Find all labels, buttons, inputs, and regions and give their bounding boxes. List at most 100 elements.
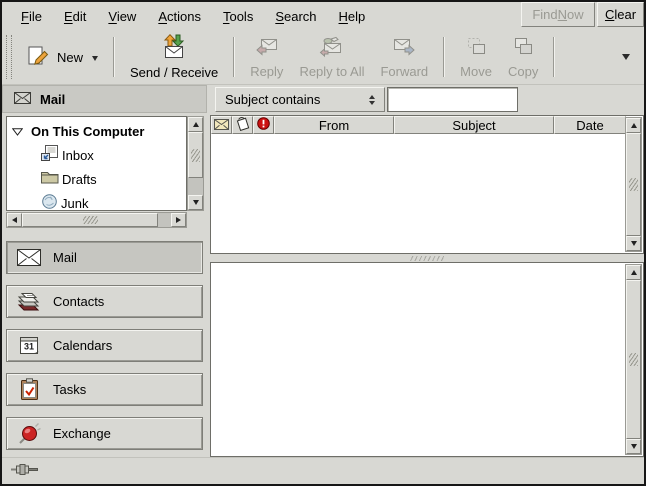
- scroll-up-button[interactable]: [626, 118, 641, 133]
- priority-column-header[interactable]: [253, 116, 274, 134]
- folder-drafts-label: Drafts: [62, 171, 97, 187]
- drafts-folder-icon: [41, 170, 59, 187]
- arrow-up-icon: [631, 123, 637, 128]
- message-status-column-header[interactable]: [211, 116, 232, 134]
- mail-header-icon: [14, 92, 31, 107]
- evolution-window: File Edit View Actions Tools Search Help…: [0, 0, 646, 486]
- inbox-icon: [41, 145, 59, 164]
- new-button[interactable]: New: [18, 32, 106, 82]
- send-receive-button[interactable]: Send / Receive: [122, 32, 226, 82]
- toolbar-separator: [233, 37, 235, 77]
- reply-to-all-button[interactable]: Reply to All: [291, 32, 372, 82]
- priority-icon: [257, 117, 270, 133]
- switcher-mail-label: Mail: [53, 250, 77, 265]
- switcher-contacts-button[interactable]: Contacts: [6, 285, 203, 318]
- splitter-grip-icon: [409, 256, 445, 261]
- column-header-from[interactable]: From: [274, 116, 394, 134]
- scroll-up-button[interactable]: [188, 117, 203, 132]
- message-list-body[interactable]: [212, 135, 626, 252]
- new-button-label: New: [57, 50, 83, 65]
- reply-to-all-icon: [319, 36, 345, 61]
- menu-search[interactable]: Search: [264, 4, 327, 29]
- preview-pane[interactable]: [210, 262, 644, 457]
- main-toolbar: New Send / Receive: [2, 30, 644, 85]
- tree-root-on-this-computer[interactable]: On This Computer: [7, 117, 186, 141]
- move-label: Move: [460, 64, 492, 79]
- connector-icon[interactable]: [11, 463, 39, 479]
- scroll-left-button[interactable]: [7, 213, 22, 227]
- switcher-exchange-label: Exchange: [53, 426, 111, 441]
- folder-tree-horizontal-scrollbar[interactable]: [6, 212, 187, 228]
- scrollbar-trough[interactable]: [188, 178, 203, 195]
- column-header-subject[interactable]: Subject: [394, 116, 554, 134]
- scroll-down-button[interactable]: [626, 439, 641, 454]
- scrollbar-thumb[interactable]: [626, 133, 641, 236]
- scroll-right-button[interactable]: [171, 213, 186, 227]
- arrow-up-icon: [631, 270, 637, 275]
- search-input[interactable]: [387, 87, 518, 112]
- message-list-header: From Subject Date: [211, 116, 626, 135]
- scrollbar-thumb[interactable]: [22, 213, 158, 227]
- switcher-tasks-label: Tasks: [53, 382, 86, 397]
- reply-button[interactable]: Reply: [242, 32, 291, 82]
- pane-splitter[interactable]: [210, 254, 644, 262]
- folder-tree: On This Computer Inbox Drafts: [6, 116, 187, 211]
- toolbar-separator: [443, 37, 445, 77]
- combo-arrows-icon: [369, 95, 377, 105]
- menu-view[interactable]: View: [97, 4, 147, 29]
- toolbar-drag-handle[interactable]: [6, 35, 12, 79]
- menu-help[interactable]: Help: [328, 4, 377, 29]
- new-dropdown-chevron-icon[interactable]: [92, 56, 98, 64]
- copy-label: Copy: [508, 64, 538, 79]
- switcher-calendars-label: Calendars: [53, 338, 112, 353]
- folder-junk-label: Junk: [61, 195, 88, 211]
- scrollbar-thumb[interactable]: [626, 280, 641, 439]
- column-header-date[interactable]: Date: [554, 116, 626, 134]
- clear-button[interactable]: Clear: [597, 2, 644, 27]
- sidebar-header-label: Mail: [40, 92, 65, 107]
- move-button[interactable]: Move: [452, 32, 500, 82]
- folder-tree-vertical-scrollbar[interactable]: [187, 116, 204, 211]
- menu-edit[interactable]: Edit: [53, 4, 97, 29]
- arrow-right-icon: [176, 217, 181, 223]
- folder-drafts[interactable]: Drafts: [7, 166, 186, 189]
- copy-button[interactable]: Copy: [500, 32, 546, 82]
- tasks-icon: [16, 378, 42, 401]
- arrow-up-icon: [193, 122, 199, 127]
- send-receive-label: Send / Receive: [130, 65, 218, 80]
- forward-icon: [392, 36, 416, 61]
- switcher-exchange-button[interactable]: Exchange: [6, 417, 203, 450]
- attachment-column-header[interactable]: [232, 116, 253, 134]
- send-receive-icon: [161, 34, 187, 62]
- copy-icon: [511, 36, 535, 61]
- switcher-mail-button[interactable]: Mail: [6, 241, 203, 274]
- toolbar-overflow-chevron-icon[interactable]: [622, 54, 630, 64]
- message-status-icon: [214, 118, 229, 133]
- switcher-calendars-button[interactable]: 31 Calendars: [6, 329, 203, 362]
- attachment-icon: [235, 116, 250, 134]
- calendar-day-text: 31: [23, 342, 33, 352]
- forward-button[interactable]: Forward: [372, 32, 436, 82]
- scroll-down-button[interactable]: [626, 236, 641, 251]
- scroll-up-button[interactable]: [626, 265, 641, 280]
- folder-junk[interactable]: Junk: [7, 189, 186, 211]
- scrollbar-trough[interactable]: [158, 213, 171, 227]
- move-icon: [464, 36, 488, 61]
- arrow-down-icon: [193, 200, 199, 205]
- new-document-icon: [26, 44, 50, 71]
- expander-icon[interactable]: [12, 124, 23, 139]
- search-criteria-combo[interactable]: Subject contains: [215, 87, 385, 112]
- junk-icon: [41, 193, 58, 211]
- tree-root-label: On This Computer: [31, 124, 144, 139]
- preview-vertical-scrollbar[interactable]: [625, 264, 642, 455]
- scrollbar-thumb[interactable]: [188, 132, 203, 178]
- folder-inbox[interactable]: Inbox: [7, 141, 186, 166]
- menu-actions[interactable]: Actions: [147, 4, 212, 29]
- status-bar: [2, 457, 644, 484]
- scroll-down-button[interactable]: [188, 195, 203, 210]
- find-now-button[interactable]: Find Now: [521, 2, 595, 27]
- menu-tools[interactable]: Tools: [212, 4, 264, 29]
- switcher-tasks-button[interactable]: Tasks: [6, 373, 203, 406]
- message-list-vertical-scrollbar[interactable]: [625, 117, 642, 252]
- menu-file[interactable]: File: [10, 4, 53, 29]
